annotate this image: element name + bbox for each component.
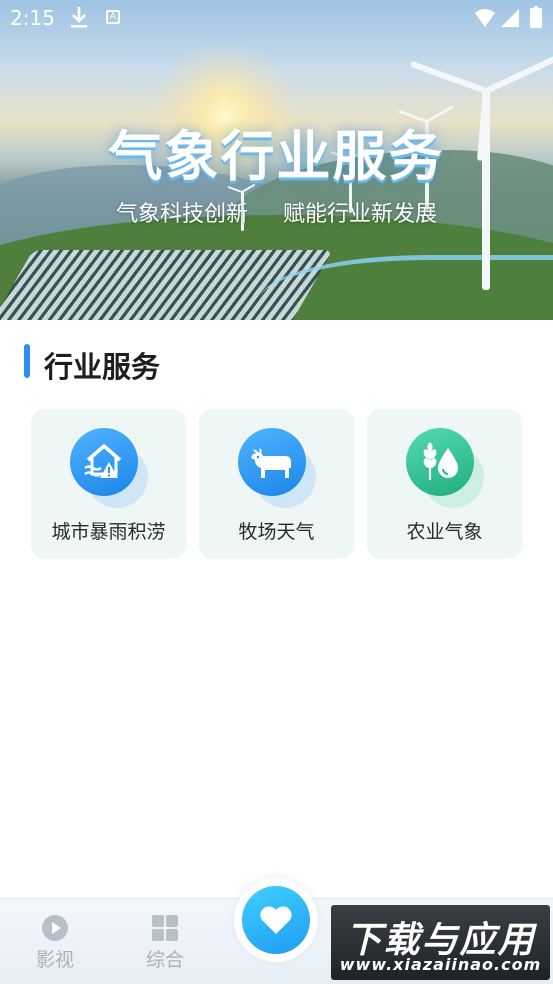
grid-icon bbox=[152, 915, 178, 941]
flooded-house-warning-icon bbox=[70, 428, 138, 496]
service-card-pasture-weather[interactable]: 牧场天气 bbox=[199, 409, 354, 559]
a-notification-icon: A bbox=[106, 10, 120, 24]
nav-label: 影视 bbox=[35, 949, 74, 971]
play-circle-icon bbox=[42, 915, 68, 941]
download-icon bbox=[71, 7, 87, 28]
service-card-agricultural-meteorology[interactable]: 农业气象 bbox=[367, 409, 522, 559]
status-bar: 2:15 A bbox=[0, 0, 553, 38]
battery-icon bbox=[530, 6, 542, 28]
service-label: 农业气象 bbox=[406, 521, 483, 543]
heart-icon bbox=[260, 906, 292, 934]
wifi-icon bbox=[475, 9, 495, 27]
hero-subtitle: 气象科技创新 赋能行业新发展 bbox=[116, 202, 437, 227]
hero-title: 气象行业服务 bbox=[108, 125, 445, 188]
nav-item-video[interactable]: 影视 bbox=[20, 913, 90, 972]
watermark-logo: 下载与应用 www.xiazaiinao.com bbox=[331, 905, 550, 980]
nav-item-general[interactable]: 综合 bbox=[130, 913, 200, 972]
nav-label: 综合 bbox=[145, 949, 184, 971]
status-time: 2:15 bbox=[10, 6, 55, 30]
hero-banner: 气象行业服务 气象科技创新 赋能行业新发展 bbox=[0, 0, 553, 320]
service-card-urban-flood[interactable]: 城市暴雨积涝 bbox=[31, 409, 186, 559]
service-label: 城市暴雨积涝 bbox=[51, 521, 166, 543]
cow-icon bbox=[238, 428, 306, 496]
signal-icon bbox=[501, 9, 519, 27]
section-accent-bar bbox=[24, 344, 30, 378]
wheat-droplet-icon bbox=[406, 428, 474, 496]
service-label: 牧场天气 bbox=[238, 521, 315, 543]
watermark-url: www.xiazaiinao.com bbox=[339, 955, 542, 974]
section-title: 行业服务 bbox=[44, 350, 161, 384]
center-heart-button[interactable] bbox=[242, 886, 310, 954]
